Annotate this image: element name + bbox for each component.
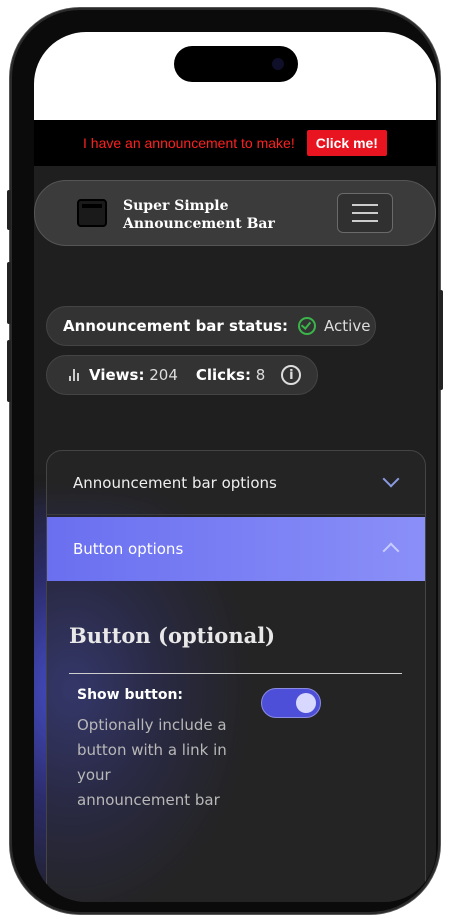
clicks-value: 8 — [255, 366, 266, 384]
app-header: Super Simple Announcement Bar — [34, 180, 436, 246]
show-button-toggle[interactable] — [261, 688, 321, 718]
camera-icon — [272, 58, 284, 70]
show-button-label: Show button: — [77, 687, 184, 703]
brand-line-2: Announcement Bar — [123, 216, 275, 232]
brand-line-1: Super Simple — [123, 198, 229, 214]
power-button — [439, 290, 443, 390]
announcement-button[interactable]: Click me! — [306, 130, 387, 156]
chevron-down-icon — [382, 470, 400, 488]
show-button-help: Optionally include a button with a link … — [77, 716, 227, 809]
status-label: Announcement bar status: — [63, 317, 289, 335]
hamburger-icon-line — [352, 212, 378, 214]
status-value: Active — [324, 317, 371, 335]
volume-up-button — [7, 262, 11, 324]
status-bar — [34, 32, 436, 120]
views-label: Views: — [89, 366, 145, 384]
app-content: Super Simple Announcement Bar Announceme… — [34, 166, 436, 902]
accordion-item-label: Announcement bar options — [73, 473, 277, 492]
status-pill: Announcement bar status: Active — [46, 306, 376, 346]
bar-chart-icon — [69, 369, 79, 381]
phone-screen: I have an announcement to make! Click me… — [34, 32, 436, 902]
hamburger-icon-line — [352, 204, 378, 206]
accordion-item-label: Button options — [73, 540, 184, 558]
volume-down-button — [7, 340, 11, 402]
phone-frame: I have an announcement to make! Click me… — [10, 8, 440, 914]
info-icon[interactable]: i — [281, 365, 302, 385]
toggle-knob — [296, 693, 316, 713]
app-logo-icon — [77, 199, 107, 227]
stats-pill: Views: 204 Clicks: 8 i — [46, 355, 318, 395]
side-button — [7, 190, 11, 230]
chevron-up-icon — [382, 542, 400, 560]
hamburger-icon-line — [352, 220, 378, 222]
divider — [69, 673, 402, 674]
accordion-announcement-options[interactable]: Announcement bar options — [47, 451, 425, 515]
accordion-button-options[interactable]: Button options — [47, 517, 425, 581]
dynamic-island — [174, 46, 298, 82]
announcement-text: I have an announcement to make! — [83, 135, 295, 151]
check-circle-icon — [298, 317, 317, 335]
menu-button[interactable] — [337, 193, 393, 233]
brand-title: Super Simple Announcement Bar — [123, 197, 275, 233]
options-accordion: Announcement bar options Button options … — [46, 450, 426, 902]
section-title: Button (optional) — [69, 623, 276, 648]
announcement-bar: I have an announcement to make! Click me… — [34, 120, 436, 166]
clicks-label: Clicks: — [195, 366, 251, 384]
views-value: 204 — [149, 366, 178, 384]
